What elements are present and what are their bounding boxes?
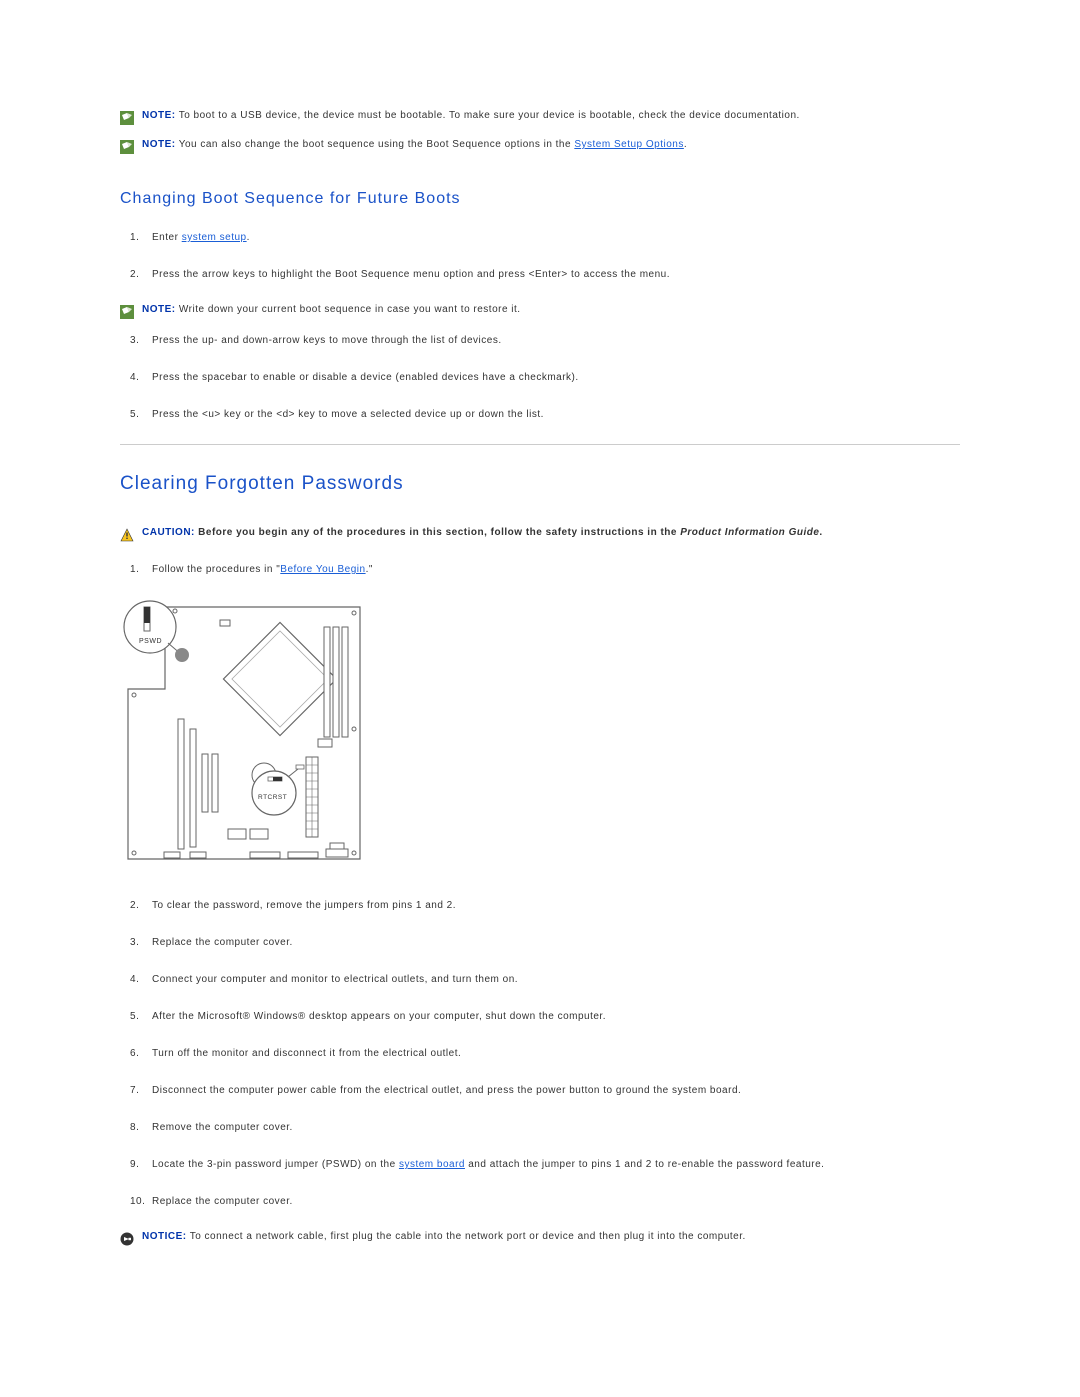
note-icon <box>120 305 134 319</box>
caution-row: CAUTION: Before you begin any of the pro… <box>120 527 960 542</box>
list-item: To clear the password, remove the jumper… <box>130 898 960 913</box>
rtcrst-label: RTCRST <box>258 794 287 801</box>
list-item: Press the spacebar to enable or disable … <box>130 370 960 385</box>
system-setup-options-link[interactable]: System Setup Options <box>574 139 684 150</box>
note-label: NOTE: <box>142 139 176 150</box>
note-label: NOTE: <box>142 110 176 121</box>
list-item: Disconnect the computer power cable from… <box>130 1083 960 1098</box>
list-item: Press the arrow keys to highlight the Bo… <box>130 267 960 282</box>
notice-text: NOTICE: To connect a network cable, firs… <box>142 1231 746 1242</box>
heading-clearing-passwords: Clearing Forgotten Passwords <box>120 473 960 495</box>
before-you-begin-link[interactable]: Before You Begin <box>280 564 365 575</box>
list-item: Replace the computer cover. <box>130 935 960 950</box>
note-text-1: NOTE: To boot to a USB device, the devic… <box>142 110 800 121</box>
boot-sequence-list-bottom: Press the up- and down-arrow keys to mov… <box>130 333 960 422</box>
list-item: Replace the computer cover. <box>130 1194 960 1209</box>
clear-password-list-1: Follow the procedures in "Before You Beg… <box>130 562 960 577</box>
list-item: Turn off the monitor and disconnect it f… <box>130 1046 960 1061</box>
list-item: After the Microsoft® Windows® desktop ap… <box>130 1009 960 1024</box>
clear-password-list-2: To clear the password, remove the jumper… <box>130 898 960 1209</box>
note-text-3: NOTE: Write down your current boot seque… <box>142 304 521 315</box>
caution-icon <box>120 528 134 542</box>
list-item: Locate the 3-pin password jumper (PSWD) … <box>130 1157 960 1172</box>
section-divider <box>120 444 960 445</box>
notice-icon <box>120 1232 134 1246</box>
list-item: Remove the computer cover. <box>130 1120 960 1135</box>
list-item: Enter system setup. <box>130 230 960 245</box>
note-label: NOTE: <box>142 304 176 315</box>
subheading-changing-boot: Changing Boot Sequence for Future Boots <box>120 190 960 208</box>
list-item: Follow the procedures in "Before You Beg… <box>130 562 960 577</box>
note-row-3: NOTE: Write down your current boot seque… <box>120 304 960 319</box>
caution-label: CAUTION: <box>142 527 198 538</box>
list-item: Press the <u> key or the <d> key to move… <box>130 407 960 422</box>
system-board-link[interactable]: system board <box>399 1159 465 1170</box>
system-setup-link[interactable]: system setup <box>182 232 247 243</box>
note-icon <box>120 111 134 125</box>
list-item: Connect your computer and monitor to ele… <box>130 972 960 987</box>
note-text-2: NOTE: You can also change the boot seque… <box>142 139 687 150</box>
note-icon <box>120 140 134 154</box>
list-item: Press the up- and down-arrow keys to mov… <box>130 333 960 348</box>
note-row-2: NOTE: You can also change the boot seque… <box>120 139 960 154</box>
system-board-diagram: PSWD RTCRST <box>120 599 368 867</box>
note-row-1: NOTE: To boot to a USB device, the devic… <box>120 110 960 125</box>
pswd-label: PSWD <box>139 638 162 645</box>
caution-text: CAUTION: Before you begin any of the pro… <box>142 527 823 538</box>
notice-label: NOTICE: <box>142 1231 187 1242</box>
boot-sequence-list-top: Enter system setup. Press the arrow keys… <box>130 230 960 282</box>
notice-row: NOTICE: To connect a network cable, firs… <box>120 1231 960 1246</box>
